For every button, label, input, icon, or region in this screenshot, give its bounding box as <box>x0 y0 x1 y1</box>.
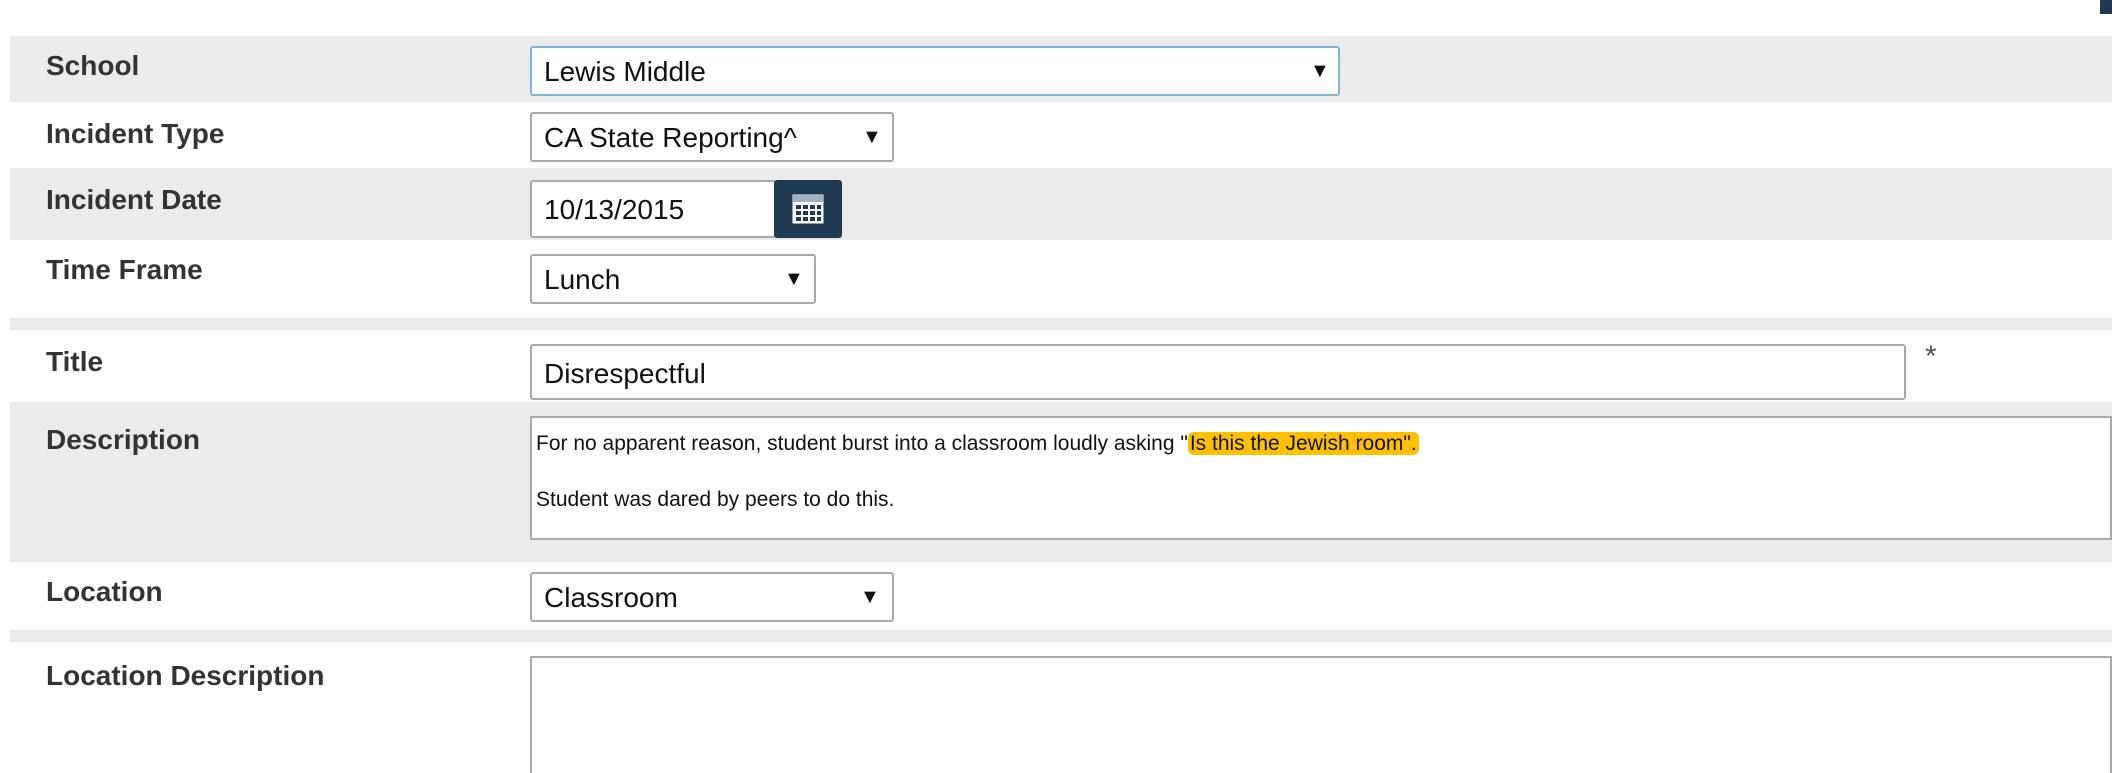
location-select-value: Classroom <box>544 582 678 613</box>
school-select-value: Lewis Middle <box>544 56 706 87</box>
school-select[interactable]: Lewis Middle ▼ <box>530 46 1340 96</box>
title-label: Title <box>46 346 104 377</box>
title-input-value: Disrespectful <box>544 358 706 389</box>
description-textarea[interactable]: For no apparent reason, student burst in… <box>530 416 2112 540</box>
school-label: School <box>46 50 140 81</box>
incident-date-label: Incident Date <box>46 184 222 215</box>
time-frame-select-value: Lunch <box>544 264 621 295</box>
location-description-label: Location Description <box>46 660 325 691</box>
calendar-icon <box>792 194 824 224</box>
section-divider <box>10 630 2112 642</box>
description-line-1-text: For no apparent reason, student burst in… <box>536 432 1188 455</box>
incident-type-label: Incident Type <box>46 118 225 149</box>
section-divider <box>10 318 2112 330</box>
incident-date-input[interactable]: 10/13/2015 <box>530 180 776 238</box>
time-frame-label: Time Frame <box>46 254 203 285</box>
time-frame-select[interactable]: Lunch ▼ <box>530 254 816 304</box>
description-line-2: Student was dared by peers to do this. <box>536 488 895 511</box>
location-row: Location <box>10 562 2112 628</box>
incident-type-row: Incident Type <box>10 102 2112 168</box>
chevron-down-icon: ▼ <box>1310 60 1330 82</box>
chevron-down-icon: ▼ <box>862 126 882 148</box>
description-label: Description <box>46 424 201 455</box>
calendar-button[interactable] <box>774 180 842 238</box>
location-select[interactable]: Classroom ▼ <box>530 572 894 622</box>
incident-date-row: Incident Date <box>10 168 2112 240</box>
incident-type-select-value: CA State Reporting^ <box>544 122 797 153</box>
required-marker: * <box>1925 340 1937 373</box>
corner-tab <box>2100 0 2112 14</box>
incident-date-value: 10/13/2015 <box>544 194 685 225</box>
time-frame-row: Time Frame <box>10 240 2112 310</box>
description-line-1: For no apparent reason, student burst in… <box>536 432 1419 456</box>
location-description-textarea[interactable] <box>530 656 2112 773</box>
chevron-down-icon: ▼ <box>784 268 804 290</box>
incident-form: School Lewis Middle ▼ Incident Type CA S… <box>0 0 2112 773</box>
highlighted-text: Is this the Jewish room". <box>1187 432 1419 455</box>
title-input[interactable]: Disrespectful <box>530 344 1906 400</box>
location-label: Location <box>46 576 163 607</box>
incident-type-select[interactable]: CA State Reporting^ ▼ <box>530 112 894 162</box>
chevron-down-icon: ▼ <box>860 586 880 608</box>
